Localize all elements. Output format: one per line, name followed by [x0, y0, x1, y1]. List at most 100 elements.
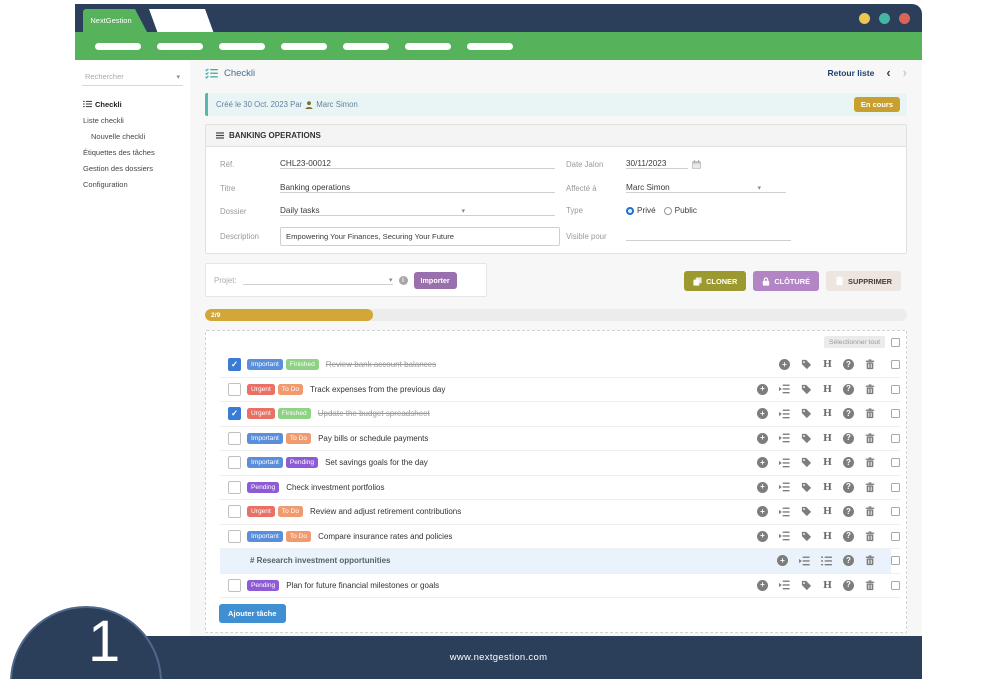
heading-icon[interactable]: H	[823, 408, 832, 419]
sidebar-item--tiquettes-des-t-ches[interactable]: Étiquettes des tâches	[75, 144, 190, 160]
tag-icon[interactable]	[801, 580, 812, 591]
tag-icon[interactable]	[801, 482, 812, 493]
task-select-checkbox[interactable]	[891, 385, 900, 394]
add-subtask-icon[interactable]: +	[757, 433, 768, 444]
ref-input[interactable]	[280, 159, 555, 169]
nav-pill[interactable]	[405, 43, 451, 50]
add-subtask-icon[interactable]: +	[779, 359, 790, 370]
maximize-button[interactable]	[879, 13, 890, 24]
tag-icon[interactable]	[801, 531, 812, 542]
next-chevron-icon[interactable]: ›	[903, 68, 907, 78]
trash-icon[interactable]	[865, 580, 875, 591]
heading-icon[interactable]: H	[823, 580, 832, 591]
add-subtask-icon[interactable]: +	[757, 531, 768, 542]
task-select-checkbox[interactable]	[891, 581, 900, 590]
task-checkbox[interactable]	[228, 481, 241, 494]
search-select[interactable]: Rechercher ▾	[82, 68, 183, 86]
trash-icon[interactable]	[865, 408, 875, 419]
calendar-icon[interactable]	[692, 160, 701, 169]
sidebar-item-gestion-des-dossiers[interactable]: Gestion des dossiers	[75, 160, 190, 176]
task-checkbox[interactable]	[228, 530, 241, 543]
add-subtask-icon[interactable]: +	[757, 580, 768, 591]
nav-pill[interactable]	[95, 43, 141, 50]
sidebar-item-liste-checkli[interactable]: Liste checkli	[75, 112, 190, 128]
task-select-checkbox[interactable]	[891, 360, 900, 369]
indent-icon[interactable]	[779, 384, 790, 394]
supprimer-button[interactable]: SUPPRIMER	[826, 271, 901, 291]
task-checkbox[interactable]	[228, 383, 241, 396]
nav-pill[interactable]	[157, 43, 203, 50]
add-subtask-icon[interactable]: +	[757, 457, 768, 468]
heading-icon[interactable]: H	[823, 482, 832, 493]
radio-prive[interactable]: Privé	[626, 206, 656, 215]
tag-icon[interactable]	[801, 457, 812, 468]
prev-chevron-icon[interactable]: ‹	[886, 68, 890, 78]
trash-icon[interactable]	[865, 359, 875, 370]
add-subtask-icon[interactable]: +	[777, 555, 788, 566]
trash-icon[interactable]	[865, 384, 875, 395]
task-select-checkbox[interactable]	[891, 532, 900, 541]
checklist-icon[interactable]	[821, 556, 832, 566]
task-select-checkbox[interactable]	[891, 556, 900, 565]
footer-url[interactable]: www.nextgestion.com	[450, 652, 548, 663]
task-checkbox[interactable]	[228, 579, 241, 592]
back-to-list-link[interactable]: Retour liste	[828, 68, 875, 78]
add-task-button[interactable]: Ajouter tâche	[219, 604, 286, 623]
add-subtask-icon[interactable]: +	[757, 408, 768, 419]
tag-icon[interactable]	[801, 359, 812, 370]
sidebar-item-checkli[interactable]: Checkli	[75, 96, 190, 112]
help-icon[interactable]: ?	[843, 506, 854, 517]
trash-icon[interactable]	[865, 457, 875, 468]
trash-icon[interactable]	[865, 531, 875, 542]
trash-icon[interactable]	[865, 506, 875, 517]
heading-icon[interactable]: H	[823, 359, 832, 370]
sidebar-item-nouvelle-checkli[interactable]: Nouvelle checkli	[75, 128, 190, 144]
radio-public[interactable]: Public	[664, 206, 697, 215]
heading-icon[interactable]: H	[823, 531, 832, 542]
info-icon[interactable]: i	[399, 276, 408, 285]
nav-pill[interactable]	[467, 43, 513, 50]
heading-icon[interactable]: H	[823, 457, 832, 468]
add-subtask-icon[interactable]: +	[757, 506, 768, 517]
task-checkbox[interactable]: ✓	[228, 358, 241, 371]
close-button[interactable]	[899, 13, 910, 24]
heading-icon[interactable]: H	[823, 384, 832, 395]
indent-icon[interactable]	[779, 433, 790, 443]
help-icon[interactable]: ?	[843, 531, 854, 542]
nav-pill[interactable]	[281, 43, 327, 50]
minimize-button[interactable]	[859, 13, 870, 24]
task-select-checkbox[interactable]	[891, 409, 900, 418]
indent-icon[interactable]	[779, 409, 790, 419]
help-icon[interactable]: ?	[843, 482, 854, 493]
trash-icon[interactable]	[865, 555, 875, 566]
trash-icon[interactable]	[865, 433, 875, 444]
indent-icon[interactable]	[779, 507, 790, 517]
card-header[interactable]: BANKING OPERATIONS	[206, 125, 906, 147]
task-select-checkbox[interactable]	[891, 483, 900, 492]
add-subtask-icon[interactable]: +	[757, 384, 768, 395]
indent-icon[interactable]	[799, 556, 810, 566]
add-subtask-icon[interactable]: +	[757, 482, 768, 493]
description-input[interactable]	[280, 227, 560, 246]
tag-icon[interactable]	[801, 384, 812, 395]
heading-icon[interactable]: H	[823, 506, 832, 517]
heading-icon[interactable]: H	[823, 433, 832, 444]
task-select-checkbox[interactable]	[891, 458, 900, 467]
select-all-checkbox[interactable]	[891, 338, 900, 347]
nav-pill[interactable]	[343, 43, 389, 50]
task-checkbox[interactable]	[228, 505, 241, 518]
help-icon[interactable]: ?	[843, 580, 854, 591]
task-checkbox[interactable]	[228, 456, 241, 469]
brand-tab[interactable]: NextGestion	[83, 9, 147, 32]
tag-icon[interactable]	[801, 433, 812, 444]
indent-icon[interactable]	[779, 531, 790, 541]
help-icon[interactable]: ?	[843, 433, 854, 444]
titre-input[interactable]	[280, 183, 555, 193]
task-select-checkbox[interactable]	[891, 434, 900, 443]
tag-icon[interactable]	[801, 506, 812, 517]
indent-icon[interactable]	[779, 458, 790, 468]
active-tab-shape[interactable]	[149, 9, 213, 32]
affecte-select[interactable]: Marc Simon ▾	[626, 183, 786, 193]
date-jalon-input[interactable]	[626, 159, 688, 169]
importer-button[interactable]: Importer	[414, 272, 457, 289]
